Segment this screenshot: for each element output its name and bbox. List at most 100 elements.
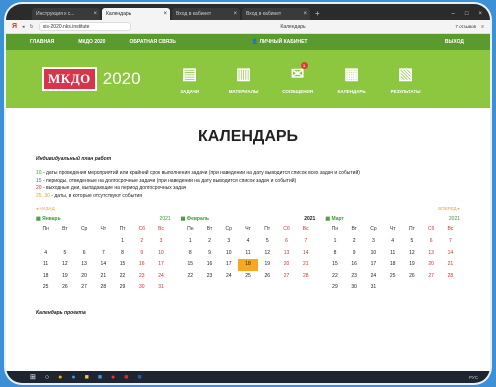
day-cell[interactable]: 13 [277, 248, 296, 260]
day-cell[interactable]: 30 [132, 282, 151, 294]
day-cell[interactable]: 10 [219, 248, 238, 260]
day-cell[interactable]: 11 [383, 248, 402, 260]
day-cell[interactable]: 9 [132, 248, 151, 260]
day-cell[interactable]: 13 [422, 248, 441, 260]
day-cell[interactable]: 28 [296, 271, 315, 283]
day-cell[interactable]: 1 [113, 236, 132, 248]
day-cell[interactable]: 24 [219, 271, 238, 283]
menu-icon[interactable]: ≡ [481, 24, 484, 30]
day-cell[interactable]: 2 [200, 236, 219, 248]
reviews-badge[interactable]: 7 отзывов [455, 24, 476, 29]
day-cell[interactable]: 31 [364, 282, 383, 294]
day-cell[interactable]: 20 [74, 271, 93, 283]
day-cell[interactable]: 24 [364, 271, 383, 283]
day-cell[interactable]: 3 [151, 236, 170, 248]
reload-icon[interactable]: ↻ [30, 24, 34, 30]
day-cell[interactable]: 8 [325, 248, 344, 260]
day-cell[interactable]: 23 [200, 271, 219, 283]
day-cell[interactable]: 6 [277, 236, 296, 248]
day-cell[interactable]: 21 [441, 259, 460, 271]
back-icon[interactable]: ◂ [22, 24, 25, 30]
day-cell[interactable]: 10 [151, 248, 170, 260]
nav-feedback[interactable]: ОБРАТНАЯ СВЯЗЬ [129, 39, 175, 45]
day-cell[interactable]: 14 [94, 259, 113, 271]
new-tab-icon[interactable]: + [315, 8, 320, 20]
day-cell[interactable]: 8 [181, 248, 200, 260]
close-icon[interactable]: × [303, 8, 307, 20]
day-cell[interactable]: 24 [151, 271, 170, 283]
browser-tab[interactable]: Вход в кабинет × [242, 8, 310, 20]
day-cell[interactable]: 18 [238, 259, 258, 271]
day-cell[interactable]: 2 [345, 236, 364, 248]
prev-button[interactable]: ◂ НАЗАД [36, 206, 55, 212]
url-field[interactable]: sis-2020.nks.institute [38, 22, 131, 31]
yandex-icon[interactable]: ● [111, 374, 115, 381]
menu-item-materials[interactable]: ▥ МАТЕРИАЛЫ [217, 65, 271, 94]
day-cell[interactable]: 6 [74, 248, 93, 260]
day-cell[interactable]: 18 [383, 259, 402, 271]
day-cell[interactable]: 9 [200, 248, 219, 260]
day-cell[interactable]: 27 [422, 271, 441, 283]
day-cell[interactable]: 15 [113, 259, 132, 271]
day-cell[interactable]: 23 [345, 271, 364, 283]
edge-icon[interactable]: ● [71, 374, 75, 381]
day-cell[interactable]: 19 [55, 271, 74, 283]
nav-cabinet[interactable]: 👤 ЛИЧНЫЙ КАБИНЕТ [252, 39, 308, 45]
explorer-icon[interactable]: ■ [85, 374, 89, 381]
day-cell[interactable]: 17 [219, 259, 238, 271]
nav-mkdo[interactable]: МКДО 2020 [78, 39, 105, 45]
day-cell[interactable]: 2 [132, 236, 151, 248]
day-cell[interactable]: 27 [277, 271, 296, 283]
day-cell[interactable]: 7 [296, 236, 315, 248]
day-cell[interactable]: 16 [132, 259, 151, 271]
close-window-icon[interactable]: × [478, 8, 482, 20]
site-logo[interactable]: МКДО [42, 67, 97, 91]
browser-tab[interactable]: Календарь × [102, 8, 170, 20]
day-cell[interactable]: 31 [151, 282, 170, 294]
day-cell[interactable]: 21 [94, 271, 113, 283]
day-cell[interactable]: 12 [402, 248, 421, 260]
menu-item-tasks[interactable]: ▤ ЗАДАЧИ [163, 65, 217, 94]
store-icon[interactable]: ■ [98, 374, 102, 381]
day-cell[interactable]: 20 [422, 259, 441, 271]
day-cell[interactable]: 14 [296, 248, 315, 260]
day-cell[interactable]: 1 [325, 236, 344, 248]
day-cell[interactable]: 8 [113, 248, 132, 260]
day-cell[interactable]: 25 [383, 271, 402, 283]
close-icon[interactable]: × [93, 8, 97, 20]
day-cell[interactable]: 12 [55, 259, 74, 271]
word-icon[interactable]: ■ [138, 374, 142, 381]
day-cell[interactable]: 4 [238, 236, 257, 248]
day-cell[interactable]: 9 [345, 248, 364, 260]
day-cell[interactable]: 11 [36, 259, 55, 271]
nav-home[interactable]: ГЛАВНАЯ [30, 39, 54, 45]
search-icon[interactable]: ○ [45, 374, 49, 381]
day-cell[interactable]: 11 [238, 248, 257, 260]
maximize-icon[interactable]: □ [465, 8, 469, 20]
day-cell[interactable]: 4 [36, 248, 55, 260]
day-cell[interactable]: 10 [364, 248, 383, 260]
day-cell[interactable]: 28 [441, 271, 460, 283]
day-cell[interactable]: 13 [74, 259, 93, 271]
day-cell[interactable]: 5 [402, 236, 421, 248]
day-cell[interactable]: 16 [200, 259, 219, 271]
day-cell[interactable]: 27 [74, 282, 93, 294]
system-tray[interactable]: РУС [469, 375, 490, 380]
day-cell[interactable]: 29 [113, 282, 132, 294]
browser-tab[interactable]: Инструкция к с... × [32, 8, 100, 20]
day-cell[interactable]: 17 [151, 259, 170, 271]
close-icon[interactable]: × [163, 8, 167, 20]
day-cell[interactable]: 30 [345, 282, 364, 294]
day-cell[interactable]: 5 [55, 248, 74, 260]
day-cell[interactable]: 26 [258, 271, 277, 283]
next-button[interactable]: ВПЕРЕД ▸ [438, 206, 460, 212]
pdf-icon[interactable]: ■ [124, 374, 128, 381]
minimize-icon[interactable]: – [452, 8, 455, 20]
menu-item-calendar[interactable]: ▦ КАЛЕНДАРЬ [325, 65, 379, 94]
day-cell[interactable]: 21 [296, 259, 315, 271]
day-cell[interactable]: 6 [422, 236, 441, 248]
day-cell[interactable]: 26 [55, 282, 74, 294]
day-cell[interactable]: 17 [364, 259, 383, 271]
day-cell[interactable]: 3 [364, 236, 383, 248]
nav-exit[interactable]: ВЫХОД [445, 39, 464, 45]
